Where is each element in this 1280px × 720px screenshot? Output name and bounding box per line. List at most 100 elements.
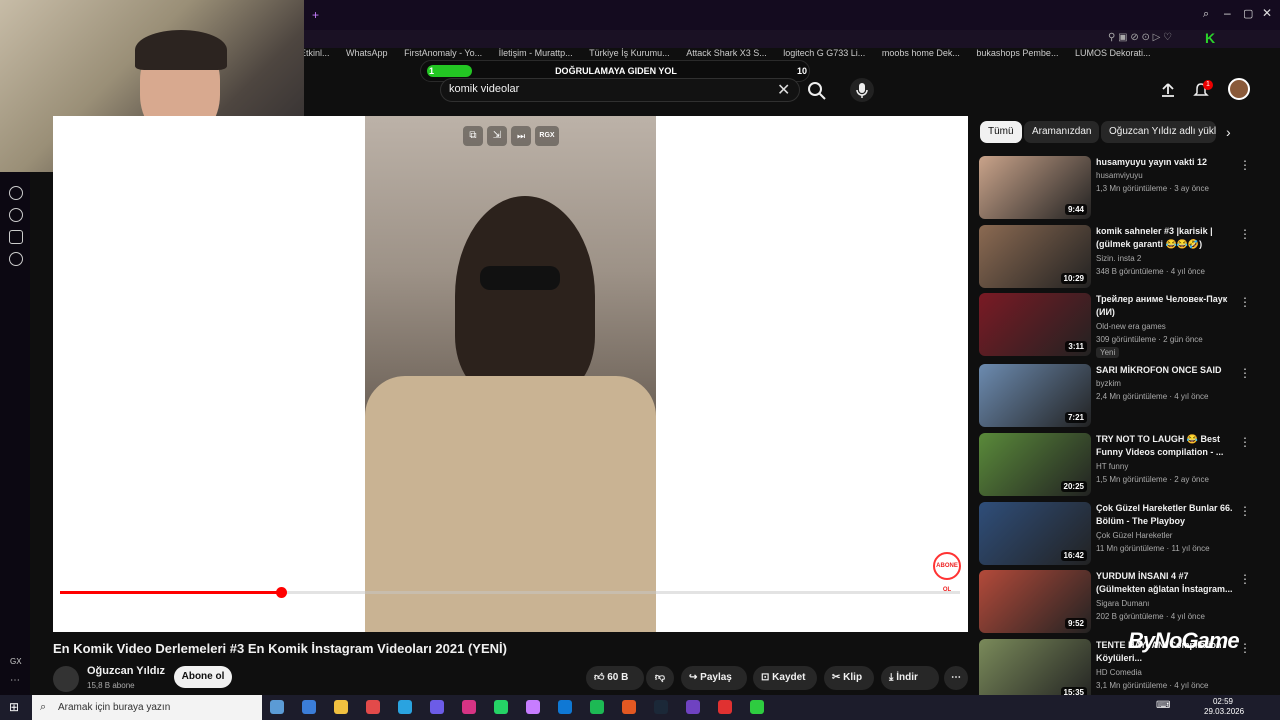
recommendation-title[interactable]: YURDUM İNSANI 4 #7 (Gülmekten ağlatan İn… [1096,570,1236,596]
discord-icon[interactable] [430,700,444,714]
recommendation-item[interactable]: 9:52 YURDUM İNSANI 4 #7 (Gülmekten ağlata… [979,570,1269,634]
more-vert-icon[interactable]: ⋮ [1239,295,1251,309]
more-vert-icon[interactable]: ⋮ [1239,366,1251,380]
taskbar-search[interactable]: ⌕ Aramak için buraya yazın [32,695,262,720]
whatsapp-icon[interactable] [494,700,508,714]
recommendation-title[interactable]: komik sahneler #3 |karisik | (gülmek gar… [1096,225,1236,251]
more-vert-icon[interactable]: ⋮ [1239,435,1251,449]
video-thumbnail[interactable]: 3:11 [979,293,1091,356]
instagram-icon[interactable] [462,700,476,714]
recommendation-item[interactable]: 7:21 SARI MİKROFON ONCE SAID byzkim 2,4 Mn … [979,364,1269,428]
video-thumbnail[interactable]: 20:25 [979,433,1091,496]
more-vert-icon[interactable]: ⋮ [1239,158,1251,172]
recommendation-channel[interactable]: Sigara Dumanı [1096,599,1149,608]
miniplayer-icon[interactable]: ⧉ [463,126,483,146]
task-view-icon[interactable] [270,700,284,714]
channel-avatar[interactable] [53,666,79,692]
popout-icon[interactable]: ⇲ [487,126,507,146]
recommendation-title[interactable]: TRY NOT TO LAUGH 😂 Best Funny Videos com… [1096,433,1236,459]
video-thumbnail[interactable]: 10:29 [979,225,1091,288]
voice-search-button[interactable] [850,78,874,102]
bookmark-item[interactable]: bukashops Pembe... [976,48,1058,58]
recommendation-title[interactable]: Çok Güzel Hareketler Bunlar 66. Bölüm - … [1096,502,1236,528]
extension-icons[interactable]: ⚲ ▣ ⊘ ⊙ ▷ ♡ [1108,32,1172,43]
bookmark-item[interactable]: Etkinl... [300,48,330,58]
recommendation-item[interactable]: 10:29 komik sahneler #3 |karisik | (gülme… [979,225,1269,289]
more-vert-icon[interactable]: ⋮ [1239,227,1251,241]
skip-icon[interactable]: ⏭ [511,126,531,146]
chip-from-search[interactable]: Aramanızdan [1024,121,1100,143]
account-avatar[interactable] [1228,78,1250,100]
app-icon[interactable] [686,700,700,714]
bookmark-item[interactable]: Attack Shark X3 S... [686,48,767,58]
subscribe-button[interactable]: Abone ol [174,666,232,688]
channel-name[interactable]: Oğuzcan Yıldız [87,665,165,677]
recommendation-item[interactable]: 20:25 TRY NOT TO LAUGH 😂 Best Funny Video… [979,433,1269,497]
app-icon[interactable] [718,700,732,714]
chip-all[interactable]: Tümü [980,121,1022,143]
recommendation-channel[interactable]: HT funny [1096,462,1128,471]
subtitles-icon[interactable]: ▤ [839,606,849,619]
file-explorer-icon[interactable] [334,700,348,714]
share-button[interactable]: ↪ Paylaş [681,666,747,690]
subscribe-overlay-badge[interactable]: ABONE OL [933,552,961,593]
bookmark-item[interactable]: İletişim - Murattp... [499,48,573,58]
save-button[interactable]: ⊡ Kaydet [753,666,817,690]
dislike-button[interactable]: 👎︎ [646,666,674,690]
windows-start-icon[interactable]: ⊞ [9,700,19,714]
app-icon[interactable] [750,700,764,714]
recommendation-channel[interactable]: byzkim [1096,379,1121,388]
chip-channel[interactable]: Oğuzcan Yıldız adlı yükle [1101,121,1216,143]
system-clock[interactable]: 02:59 29.03.2026 [1204,697,1244,717]
search-tabs-icon[interactable]: ⌕ [1203,8,1209,21]
close-window-icon[interactable]: ✕ [1262,6,1272,20]
bookmark-item[interactable]: FirstAnomaly - Yo... [404,48,482,58]
more-vert-icon[interactable]: ⋮ [1239,572,1251,586]
like-button[interactable]: 👍︎ 60 B [586,666,644,690]
new-tab-icon[interactable]: + [312,8,319,22]
player-icon[interactable] [9,186,23,200]
chapter-button[interactable]: Bu videoda › [199,603,275,625]
more-vert-icon[interactable]: ⋮ [1239,641,1251,655]
recommendation-channel[interactable]: Sizin. insta 2 [1096,254,1141,263]
progress-scrubber[interactable] [276,587,287,598]
kick-extension-icon[interactable]: K [1205,30,1215,46]
minimize-icon[interactable]: – [1224,6,1231,20]
bookmark-item[interactable]: moobs home Dek... [882,48,960,58]
clear-search-icon[interactable]: ✕ [777,80,790,100]
settings-gear-icon[interactable]: ⚙ [871,605,882,619]
bookmark-item[interactable]: WhatsApp [346,48,388,58]
extensions-icon[interactable] [9,230,23,244]
video-thumbnail[interactable]: 7:21 [979,364,1091,427]
bookmark-item[interactable]: LUMOS Dekorati... [1075,48,1151,58]
recommendation-channel[interactable]: husamviyuyu [1096,171,1143,180]
video-frame[interactable]: ⧉ ⇲ ⏭ RGX [365,116,656,632]
recommendation-title[interactable]: husamyuyu yayın vakti 12 [1096,156,1236,169]
volume-button[interactable]: ◀ [94,603,121,625]
bookmark-item[interactable]: logitech G G733 Li... [783,48,865,58]
steam-icon[interactable] [654,700,668,714]
recommendation-item[interactable]: 9:44 husamyuyu yayın vakti 12 husamviyuyu 1… [979,156,1269,220]
upload-icon[interactable] [1160,82,1176,98]
app-icon[interactable] [302,700,316,714]
video-thumbnail[interactable]: 16:42 [979,502,1091,565]
recommendation-item[interactable]: 16:42 Çok Güzel Hareketler Bunlar 66. Böl… [979,502,1269,566]
pause-button[interactable] [60,603,87,625]
theater-icon[interactable]: ▭ [903,606,913,619]
recommendation-item[interactable]: 3:11 Трейлер аниме Человек-Паук (ИИ) Old-n… [979,293,1269,358]
keyboard-icon[interactable]: ⌨ [1156,700,1170,711]
video-thumbnail[interactable]: 9:52 [979,570,1091,633]
search-icon[interactable] [806,80,828,102]
autoplay-toggle[interactable] [809,608,829,619]
more-actions-button[interactable]: ⋯ [944,666,968,690]
search-input[interactable]: komik videolar [449,83,519,95]
more-icon[interactable]: ⋯ [10,675,20,686]
spotify-icon[interactable] [590,700,604,714]
edge-icon[interactable] [558,700,572,714]
rgx-button[interactable]: RGX [535,126,559,146]
opera-icon[interactable] [526,700,540,714]
video-thumbnail[interactable]: 15:35 [979,639,1091,702]
recommendation-channel[interactable]: Old-new era games [1096,322,1166,331]
fullscreen-icon[interactable]: ⤢ [934,605,944,620]
epic-games-icon[interactable] [622,700,636,714]
